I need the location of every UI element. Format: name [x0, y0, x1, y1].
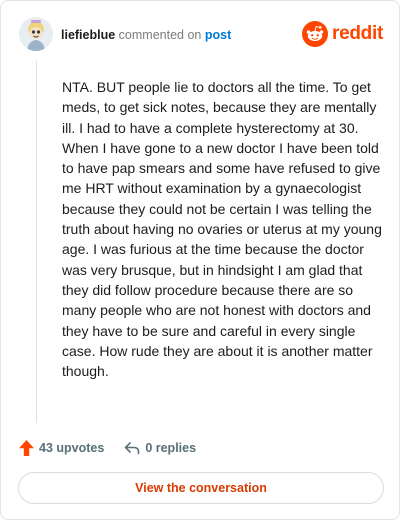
- avatar[interactable]: [19, 17, 53, 51]
- brand-wordmark: reddit: [332, 23, 383, 44]
- reply-count: 0 replies: [145, 441, 197, 455]
- reply-icon: [125, 442, 140, 455]
- upvote-arrow-icon: [19, 440, 34, 456]
- comment-header: liefieblue commented on post reddit: [19, 17, 383, 53]
- upvote-button[interactable]: 43 upvotes: [19, 440, 104, 456]
- reddit-logo[interactable]: reddit: [302, 19, 383, 49]
- reddit-snoo-icon: [302, 21, 329, 47]
- post-link[interactable]: post: [205, 28, 231, 42]
- avatar-image: [19, 17, 53, 51]
- comment-card: liefieblue commented on post reddit NTA.…: [0, 0, 400, 520]
- username-link[interactable]: liefieblue: [61, 28, 115, 42]
- comment-meta: liefieblue commented on post: [61, 27, 231, 43]
- upvote-count: 43 upvotes: [39, 441, 105, 455]
- view-conversation-button[interactable]: View the conversation: [18, 472, 384, 504]
- action-text: commented on: [118, 28, 202, 42]
- thread-line: [36, 61, 37, 423]
- comment-actions: 43 upvotes 0 replies: [19, 438, 196, 458]
- reply-button[interactable]: 0 replies: [124, 441, 196, 455]
- comment-body: NTA. BUT people lie to doctors all the t…: [62, 79, 382, 380]
